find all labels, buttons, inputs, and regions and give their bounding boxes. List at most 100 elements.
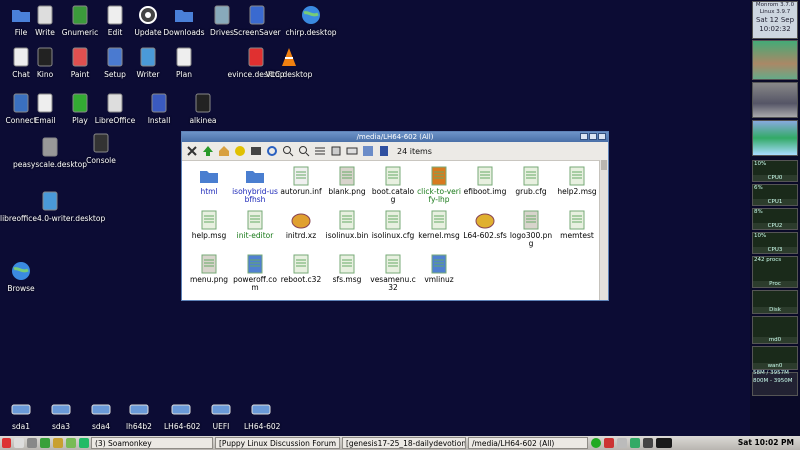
drive-icon-sda4[interactable]: sda4 [84,398,118,431]
desktop-icon-label: Browse [7,284,35,293]
file-item[interactable]: vmlinuz [416,253,462,284]
desktop-icon-vlc[interactable]: VLC.desktop [262,46,316,79]
file-item[interactable]: initrd.xz [278,209,324,240]
drive-icon-sda3[interactable]: sda3 [44,398,78,431]
help-icon[interactable] [378,145,390,157]
browser-launch-icon[interactable] [40,438,50,448]
drive-icon-lh64b2[interactable]: lh64b2 [122,398,156,431]
update-icon[interactable] [604,438,614,448]
file-item[interactable]: L64-602.sfs [462,209,508,240]
file-item[interactable]: vesamenu.c32 [370,253,416,292]
desktop-icon-browse[interactable]: Browse [0,260,48,293]
terminal-launch-icon[interactable] [27,438,37,448]
drive-label: sda3 [51,422,71,431]
file-item[interactable]: menu.png [186,253,232,284]
file-item[interactable]: efiboot.img [462,165,508,196]
network-icon[interactable] [591,438,601,448]
bookmark-icon[interactable] [234,145,246,157]
file-item[interactable]: isolinux.bin [324,209,370,240]
list-view-icon[interactable] [314,145,326,157]
hidden-files-icon[interactable] [346,145,358,157]
clock-header: Linux 3.9.7 [759,9,791,15]
file-item[interactable]: grub.cfg [508,165,554,196]
taskbar-task[interactable]: [genesis17-25_18-dailydevotiona... [342,437,466,449]
desktop-icon-screensaver[interactable]: ScreenSaver [230,4,284,37]
drive-icon-lh64-602[interactable]: LH64-602 [164,398,201,431]
close-button[interactable] [598,133,606,140]
select-icon[interactable] [362,145,374,157]
scrollbar-thumb[interactable] [601,160,607,170]
file-manager-window[interactable]: /media/LH64-602 (All) 24 items html isohy… [181,131,609,301]
file-label: init-editor [236,231,274,240]
file-item[interactable]: click-to-verify-lhp [416,165,462,204]
battery-icon[interactable] [630,438,640,448]
volume-icon[interactable] [617,438,627,448]
file-label: memtest [560,231,594,240]
desktop-icon-libreoffice-writer[interactable]: libreoffice4.0-writer.desktop [0,190,105,223]
file-item[interactable]: poweroff.com [232,253,278,292]
desktop-icon-alkinea[interactable]: alkinea [176,92,230,125]
monitor-value: 242 procs [754,257,782,263]
doc-file-icon [523,166,539,186]
drive-label: LH64-602 [164,422,201,431]
files-launch-icon[interactable] [53,438,63,448]
drive-icon [51,404,71,415]
file-item[interactable]: help2.msg [554,165,600,196]
file-label: L64-602.sfs [463,231,507,240]
file-item[interactable]: boot.catalog [370,165,416,204]
window-toolbar: 24 items [182,142,608,161]
desktop-icon[interactable] [14,438,24,448]
file-item[interactable]: help.msg [186,209,232,240]
file-label: autorun.inf [280,187,322,196]
keyboard-icon[interactable] [643,438,653,448]
edit-launch-icon[interactable] [66,438,76,448]
doc-file-icon [385,254,401,274]
close-icon[interactable] [186,145,198,157]
sort-icon[interactable] [330,145,342,157]
zoom-out-icon[interactable] [298,145,310,157]
taskbar-task[interactable]: [Puppy Linux Discussion Forum :: [215,437,340,449]
taskbar-task[interactable]: /media/LH64-602 (All) [468,437,588,449]
file-item[interactable]: isohybrid-usbfhsh [232,165,278,204]
gear-icon [139,6,157,24]
file-item[interactable]: memtest [554,209,600,240]
window-titlebar[interactable]: /media/LH64-602 (All) [182,132,608,142]
file-label: grub.cfg [515,187,547,196]
file-item[interactable]: kernel.msg [416,209,462,240]
file-item[interactable]: logo300.png [508,209,554,248]
globe-icon [302,6,320,24]
file-label: vmlinuz [424,275,454,284]
monitor-label: Disk [753,307,797,313]
up-arrow-icon[interactable] [202,145,214,157]
desktop-icon-console[interactable]: Console [74,132,128,165]
scrollbar[interactable] [599,160,608,300]
file-label: menu.png [189,275,229,284]
file-item[interactable]: html [186,165,232,196]
taskbar-clock[interactable]: Sat 10:02 PM [738,436,800,450]
taskbar-task[interactable]: (3) Soamonkey [91,437,213,449]
zoom-in-icon[interactable] [282,145,294,157]
file-item[interactable]: init-editor [232,209,278,240]
file-item[interactable]: reboot.c32 [278,253,324,284]
drive-icon [251,404,271,415]
file-item[interactable]: sfs.msg [324,253,370,284]
file-item[interactable]: autorun.inf [278,165,324,196]
minimize-button[interactable] [580,133,588,140]
drive-icon-sda1[interactable]: sda1 [4,398,38,431]
app-launch-icon[interactable] [79,438,89,448]
maximize-button[interactable] [589,133,597,140]
camera-icon [42,137,58,157]
file-item[interactable]: isolinux.cfg [370,209,416,240]
desktop-icon-chirp[interactable]: chirp.desktop [284,4,338,37]
file-label: isolinux.cfg [371,231,415,240]
terminal-icon[interactable] [250,145,262,157]
menu-star-icon[interactable] [2,438,11,448]
refresh-icon[interactable] [266,145,278,157]
doc-file-icon [477,166,493,186]
drive-icon-lh64-602[interactable]: LH64-602 [244,398,280,431]
home-icon[interactable] [218,145,230,157]
image-file-icon [339,166,355,186]
desktop-icon-plan[interactable]: Plan [157,46,211,79]
file-item[interactable]: blank.png [324,165,370,196]
drive-icon-uefi[interactable]: UEFI [204,398,238,431]
